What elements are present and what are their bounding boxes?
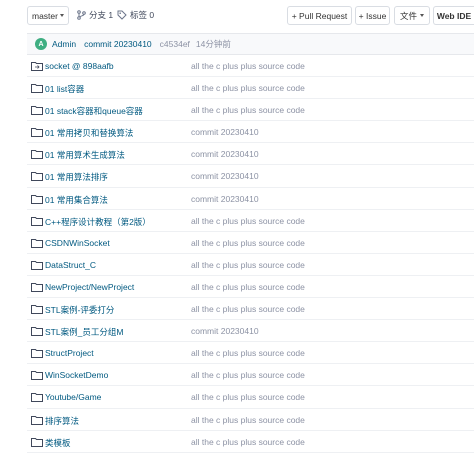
file-name-link[interactable]: NewProject/NewProject <box>45 282 134 292</box>
branches-count: 分支 1 <box>89 10 114 20</box>
file-commit-message[interactable]: all the c plus plus source code <box>191 282 305 292</box>
file-name-link[interactable]: DataStruct_C <box>45 260 96 270</box>
file-name-link[interactable]: CSDNWinSocket <box>45 238 110 248</box>
file-commit-message[interactable]: all the c plus plus source code <box>191 437 305 447</box>
issue-label: + Issue <box>358 10 387 21</box>
file-name-link[interactable]: 类模板 <box>45 437 71 449</box>
folder-icon <box>31 216 43 226</box>
folder-icon <box>31 392 43 403</box>
folder-icon <box>31 260 43 270</box>
file-commit-message[interactable]: all the c plus plus source code <box>191 61 305 71</box>
file-commit-message[interactable]: all the c plus plus source code <box>191 260 305 270</box>
commit-hash[interactable]: c4534ef <box>160 39 190 49</box>
file-name-link[interactable]: WinSocketDemo <box>45 370 108 380</box>
file-name-link[interactable]: StructProject <box>45 348 94 358</box>
file-commit-message[interactable]: all the c plus plus source code <box>191 392 305 402</box>
folder-icon <box>31 326 43 337</box>
file-commit-message[interactable]: all the c plus plus source code <box>191 238 305 248</box>
folder-icon <box>31 127 43 138</box>
folder-icon <box>31 437 43 447</box>
file-row: STL案例-评委打分 all the c plus plus source cod… <box>27 298 474 321</box>
file-menu-button[interactable]: 文件 <box>394 6 430 25</box>
file-name-link[interactable]: 排序算法 <box>45 415 79 427</box>
file-row: 类模板 all the c plus plus source code <box>27 431 474 453</box>
file-row: NewProject/NewProject all the c plus plus… <box>27 276 474 299</box>
file-row: 01 常用拷贝和替换算法 commit 20230410 <box>27 121 474 144</box>
commit-time: 14分钟前 <box>195 39 231 49</box>
file-name-link[interactable]: 01 list容器 <box>45 83 84 95</box>
file-row: WinSocketDemo all the c plus plus source … <box>27 364 474 387</box>
folder-icon <box>31 415 43 425</box>
file-row: 01 常用算术生成算法 commit 20230410 <box>27 143 474 166</box>
file-commit-message[interactable]: all the c plus plus source code <box>191 83 305 93</box>
folder-icon <box>31 105 43 116</box>
repo-toolbar: master 分支 1 标签 0 + Pull Request + Issue … <box>0 0 474 31</box>
file-name-link[interactable]: 01 常用拷贝和替换算法 <box>45 127 133 139</box>
folder-icon <box>31 304 43 315</box>
branch-select-label: master <box>32 10 58 21</box>
file-row: STL案例_员工分组M commit 20230410 <box>27 320 474 343</box>
file-name-link[interactable]: socket @ 898aafb <box>45 61 114 71</box>
commit-author[interactable]: Admin <box>52 39 76 49</box>
commit-message[interactable]: commit 20230410 <box>84 39 152 49</box>
file-name-link[interactable]: 01 常用集合算法 <box>45 194 108 206</box>
folder-icon <box>31 171 43 182</box>
file-commit-message[interactable]: commit 20230410 <box>191 127 259 137</box>
folder-icon <box>31 370 43 381</box>
file-name-link[interactable]: 01 常用算法排序 <box>45 171 108 183</box>
file-row: socket @ 898aafb all the c plus plus sour… <box>27 55 474 78</box>
submodule-icon <box>31 61 43 71</box>
file-commit-message[interactable]: all the c plus plus source code <box>191 415 305 425</box>
folder-icon <box>31 83 43 94</box>
issue-button[interactable]: + Issue <box>355 6 390 25</box>
file-commit-message[interactable]: commit 20230410 <box>191 326 259 336</box>
file-menu-label: 文件 <box>399 10 417 21</box>
file-list: socket @ 898aafb all the c plus plus sour… <box>27 55 474 453</box>
file-commit-message[interactable]: all the c plus plus source code <box>191 348 305 358</box>
branch-icon <box>77 10 86 20</box>
file-commit-message[interactable]: all the c plus plus source code <box>191 370 305 380</box>
folder-icon <box>31 348 43 359</box>
branch-select[interactable]: master <box>27 6 69 25</box>
branches-link[interactable]: 分支 1 <box>77 9 113 21</box>
file-row: 01 常用集合算法 commit 20230410 <box>27 188 474 210</box>
web-ide-button[interactable]: Web IDE <box>433 6 474 25</box>
pull-request-button[interactable]: + Pull Request <box>287 6 352 25</box>
tags-link[interactable]: 标签 0 <box>117 9 154 21</box>
folder-icon <box>31 282 43 292</box>
pull-request-label: + Pull Request <box>291 10 348 21</box>
file-commit-message[interactable]: commit 20230410 <box>191 149 259 159</box>
file-row: CSDNWinSocket all the c plus plus source … <box>27 232 474 254</box>
file-commit-message[interactable]: commit 20230410 <box>191 194 259 204</box>
file-row: 01 list容器 all the c plus plus source code <box>27 77 474 100</box>
file-name-link[interactable]: STL案例_员工分组M <box>45 326 123 338</box>
file-commit-message[interactable]: all the c plus plus source code <box>191 304 305 314</box>
file-row: StructProject all the c plus plus source … <box>27 342 474 365</box>
file-row: 01 stack容器和queue容器 all the c plus plus so… <box>27 99 474 122</box>
web-ide-label: Web IDE <box>436 10 472 21</box>
avatar[interactable]: A <box>35 38 47 50</box>
tags-count: 标签 0 <box>130 10 155 20</box>
chevron-down-icon <box>60 14 64 17</box>
file-name-link[interactable]: 01 stack容器和queue容器 <box>45 105 143 117</box>
file-row: DataStruct_C all the c plus plus source c… <box>27 254 474 276</box>
file-row: 01 常用算法排序 commit 20230410 <box>27 165 474 188</box>
tag-icon <box>117 10 127 20</box>
file-commit-message[interactable]: commit 20230410 <box>191 171 259 181</box>
file-commit-message[interactable]: all the c plus plus source code <box>191 216 305 226</box>
file-row: Youtube/Game all the c plus plus source c… <box>27 386 474 409</box>
avatar-letter: A <box>38 40 44 48</box>
latest-commit-bar: A Admin commit 20230410 c4534ef 14分钟前 <box>27 33 474 55</box>
file-name-link[interactable]: C++程序设计教程（第2版） <box>45 216 151 228</box>
file-name-link[interactable]: 01 常用算术生成算法 <box>45 149 125 161</box>
file-commit-message[interactable]: all the c plus plus source code <box>191 105 305 115</box>
file-row: 排序算法 all the c plus plus source code <box>27 409 474 431</box>
chevron-down-icon <box>420 14 424 17</box>
folder-icon <box>31 149 43 160</box>
file-row: C++程序设计教程（第2版） all the c plus plus source… <box>27 210 474 232</box>
file-name-link[interactable]: Youtube/Game <box>45 392 101 402</box>
file-name-link[interactable]: STL案例-评委打分 <box>45 304 114 316</box>
folder-icon <box>31 194 43 204</box>
folder-icon <box>31 238 43 248</box>
